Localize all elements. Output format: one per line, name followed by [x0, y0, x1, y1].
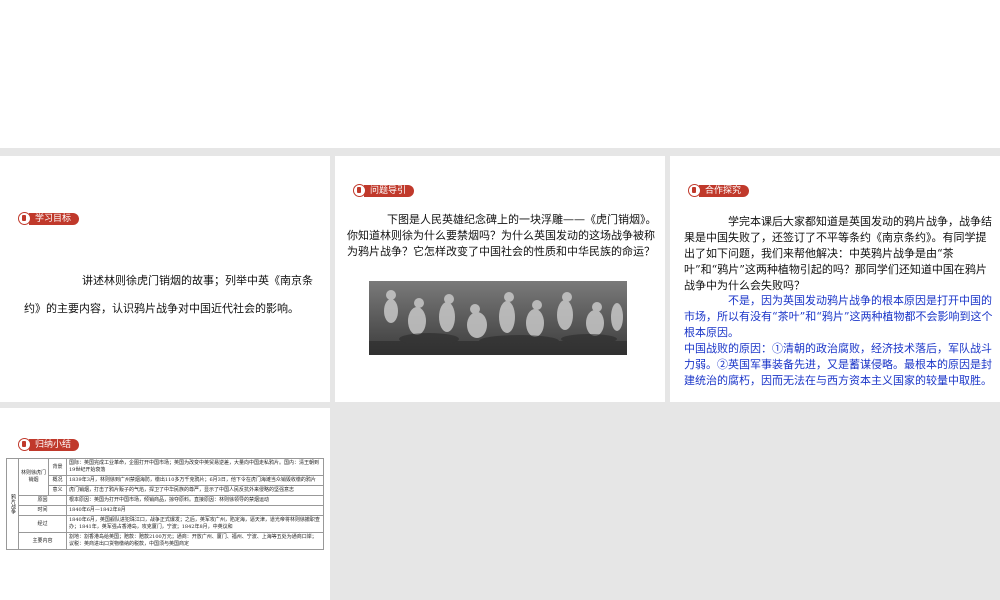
relief-sculpture-image	[369, 281, 627, 355]
inquiry-card: 合作探究 学完本课后大家都知道是英国发动的鸦片战争，战争结果是中国失败了，还签订…	[670, 156, 1000, 402]
guide-card: 问题导引 下图是人民英雄纪念碑上的一块浮雕——《虎门销烟》。你知道林则徐为什么要…	[335, 156, 665, 402]
guide-paragraph: 下图是人民英雄纪念碑上的一块浮雕——《虎门销烟》。你知道林则徐为什么要禁烟吗？为…	[347, 213, 657, 258]
table-row: 主要内容 割地：割香港岛给英国；赔款：赔款2100万元；通商：开放广州、厦门、福…	[7, 532, 324, 550]
summary-tag: 归纳小结	[18, 438, 80, 451]
summary-table: 鸦片战争 林则徐虎门销烟 背景 国际：英国完成工业革命，企图打开中国市场；英国为…	[6, 458, 324, 550]
objectives-tag: 学习目标	[18, 212, 80, 225]
row-content: 根本原因：英国为打开中国市场，倾销商品，掠夺原料。直接原因：林则徐领导的禁烟运动	[66, 495, 324, 506]
row-content: 1840年6月，英国舰队进犯珠江口，战争正式爆发；之后，英军攻广州，陷定海，逼天…	[66, 515, 324, 533]
summary-tag-label: 归纳小结	[29, 438, 80, 451]
table-row: 鸦片战争 林则徐虎门销烟 背景 国际：英国完成工业革命，企图打开中国市场；英国为…	[6, 458, 324, 550]
inquiry-tag: 合作探究	[688, 184, 750, 197]
guide-tag-label: 问题导引	[364, 184, 415, 197]
pencil-icon	[688, 184, 701, 197]
pencil-icon	[18, 438, 31, 451]
row-label: 背景	[48, 458, 67, 476]
row-label: 主要内容	[18, 532, 67, 550]
row-label: 时间	[18, 505, 67, 516]
guide-tag: 问题导引	[353, 184, 415, 197]
inquiry-answer-2: 中国战败的原因：①清朝的政治腐败，经济技术落后，军队战斗力弱。②英国军事装备先进…	[684, 342, 992, 387]
pencil-icon	[353, 184, 366, 197]
objectives-card: 学习目标 讲述林则徐虎门销烟的故事；列举中英《南京条 约》的主要内容，认识鸦片战…	[0, 156, 330, 402]
inquiry-question: 学完本课后大家都知道是英国发动的鸦片战争，战争结果是中国失败了，还签订了不平等条…	[684, 215, 992, 292]
row-content: 1840年6月—1842年8月	[66, 505, 324, 516]
row-content: 虎门销烟，打击了鸦片贩子的气焰，捍卫了中华民族的尊严，显示了中国人民反抗外来侵略…	[66, 485, 324, 496]
table-row: 概况 1839年3月，林则徐到广州禁烟海防，缴出110多万千克鸦片；6月3日，他…	[7, 475, 324, 486]
inquiry-tag-label: 合作探究	[699, 184, 750, 197]
table-row: 经过 1840年6月，英国舰队进犯珠江口，战争正式爆发；之后，英军攻广州，陷定海…	[7, 515, 324, 533]
inquiry-answer-1: 不是，因为英国发动鸦片战争的根本原因是打开中国的市场，所以有没有“茶叶”和“鸦片…	[684, 294, 993, 339]
row-label: 经过	[18, 515, 67, 533]
table-row: 意义 虎门销烟，打击了鸦片贩子的气焰，捍卫了中华民族的尊严，显示了中国人民反抗外…	[7, 485, 324, 496]
top-blank-area	[0, 0, 1000, 148]
row-content: 1839年3月，林则徐到广州禁烟海防，缴出110多万千克鸦片；6月3日，他下令在…	[66, 475, 324, 486]
objectives-tag-label: 学习目标	[29, 212, 80, 225]
row-label: 原因	[18, 495, 67, 506]
table-row: 时间 1840年6月—1842年8月	[7, 505, 324, 516]
table-row: 原因 根本原因：英国为打开中国市场，倾销商品，掠夺原料。直接原因：林则徐领导的禁…	[7, 495, 324, 506]
row-content: 国际：英国完成工业革命，企图打开中国市场；英国为改变中英贸易逆差，大量向中国走私…	[66, 458, 324, 476]
objectives-line-2: 约》的主要内容，认识鸦片战争对中国近代社会的影响。	[24, 302, 299, 315]
row-label: 意义	[48, 485, 67, 496]
row-content: 割地：割香港岛给英国；赔款：赔款2100万元；通商：开放广州、厦门、福州、宁波、…	[66, 532, 324, 550]
summary-group-label: 林则徐虎门销烟	[18, 458, 49, 496]
pencil-icon	[18, 212, 31, 225]
summary-card: 归纳小结 鸦片战争 林则徐虎门销烟 背景 国际：英国完成工业革命，企图打开中国市…	[0, 408, 330, 600]
row-label: 概况	[48, 475, 67, 486]
summary-root-label: 鸦片战争	[6, 458, 19, 550]
objectives-line-1: 讲述林则徐虎门销烟的故事；列举中英《南京条	[82, 274, 313, 287]
